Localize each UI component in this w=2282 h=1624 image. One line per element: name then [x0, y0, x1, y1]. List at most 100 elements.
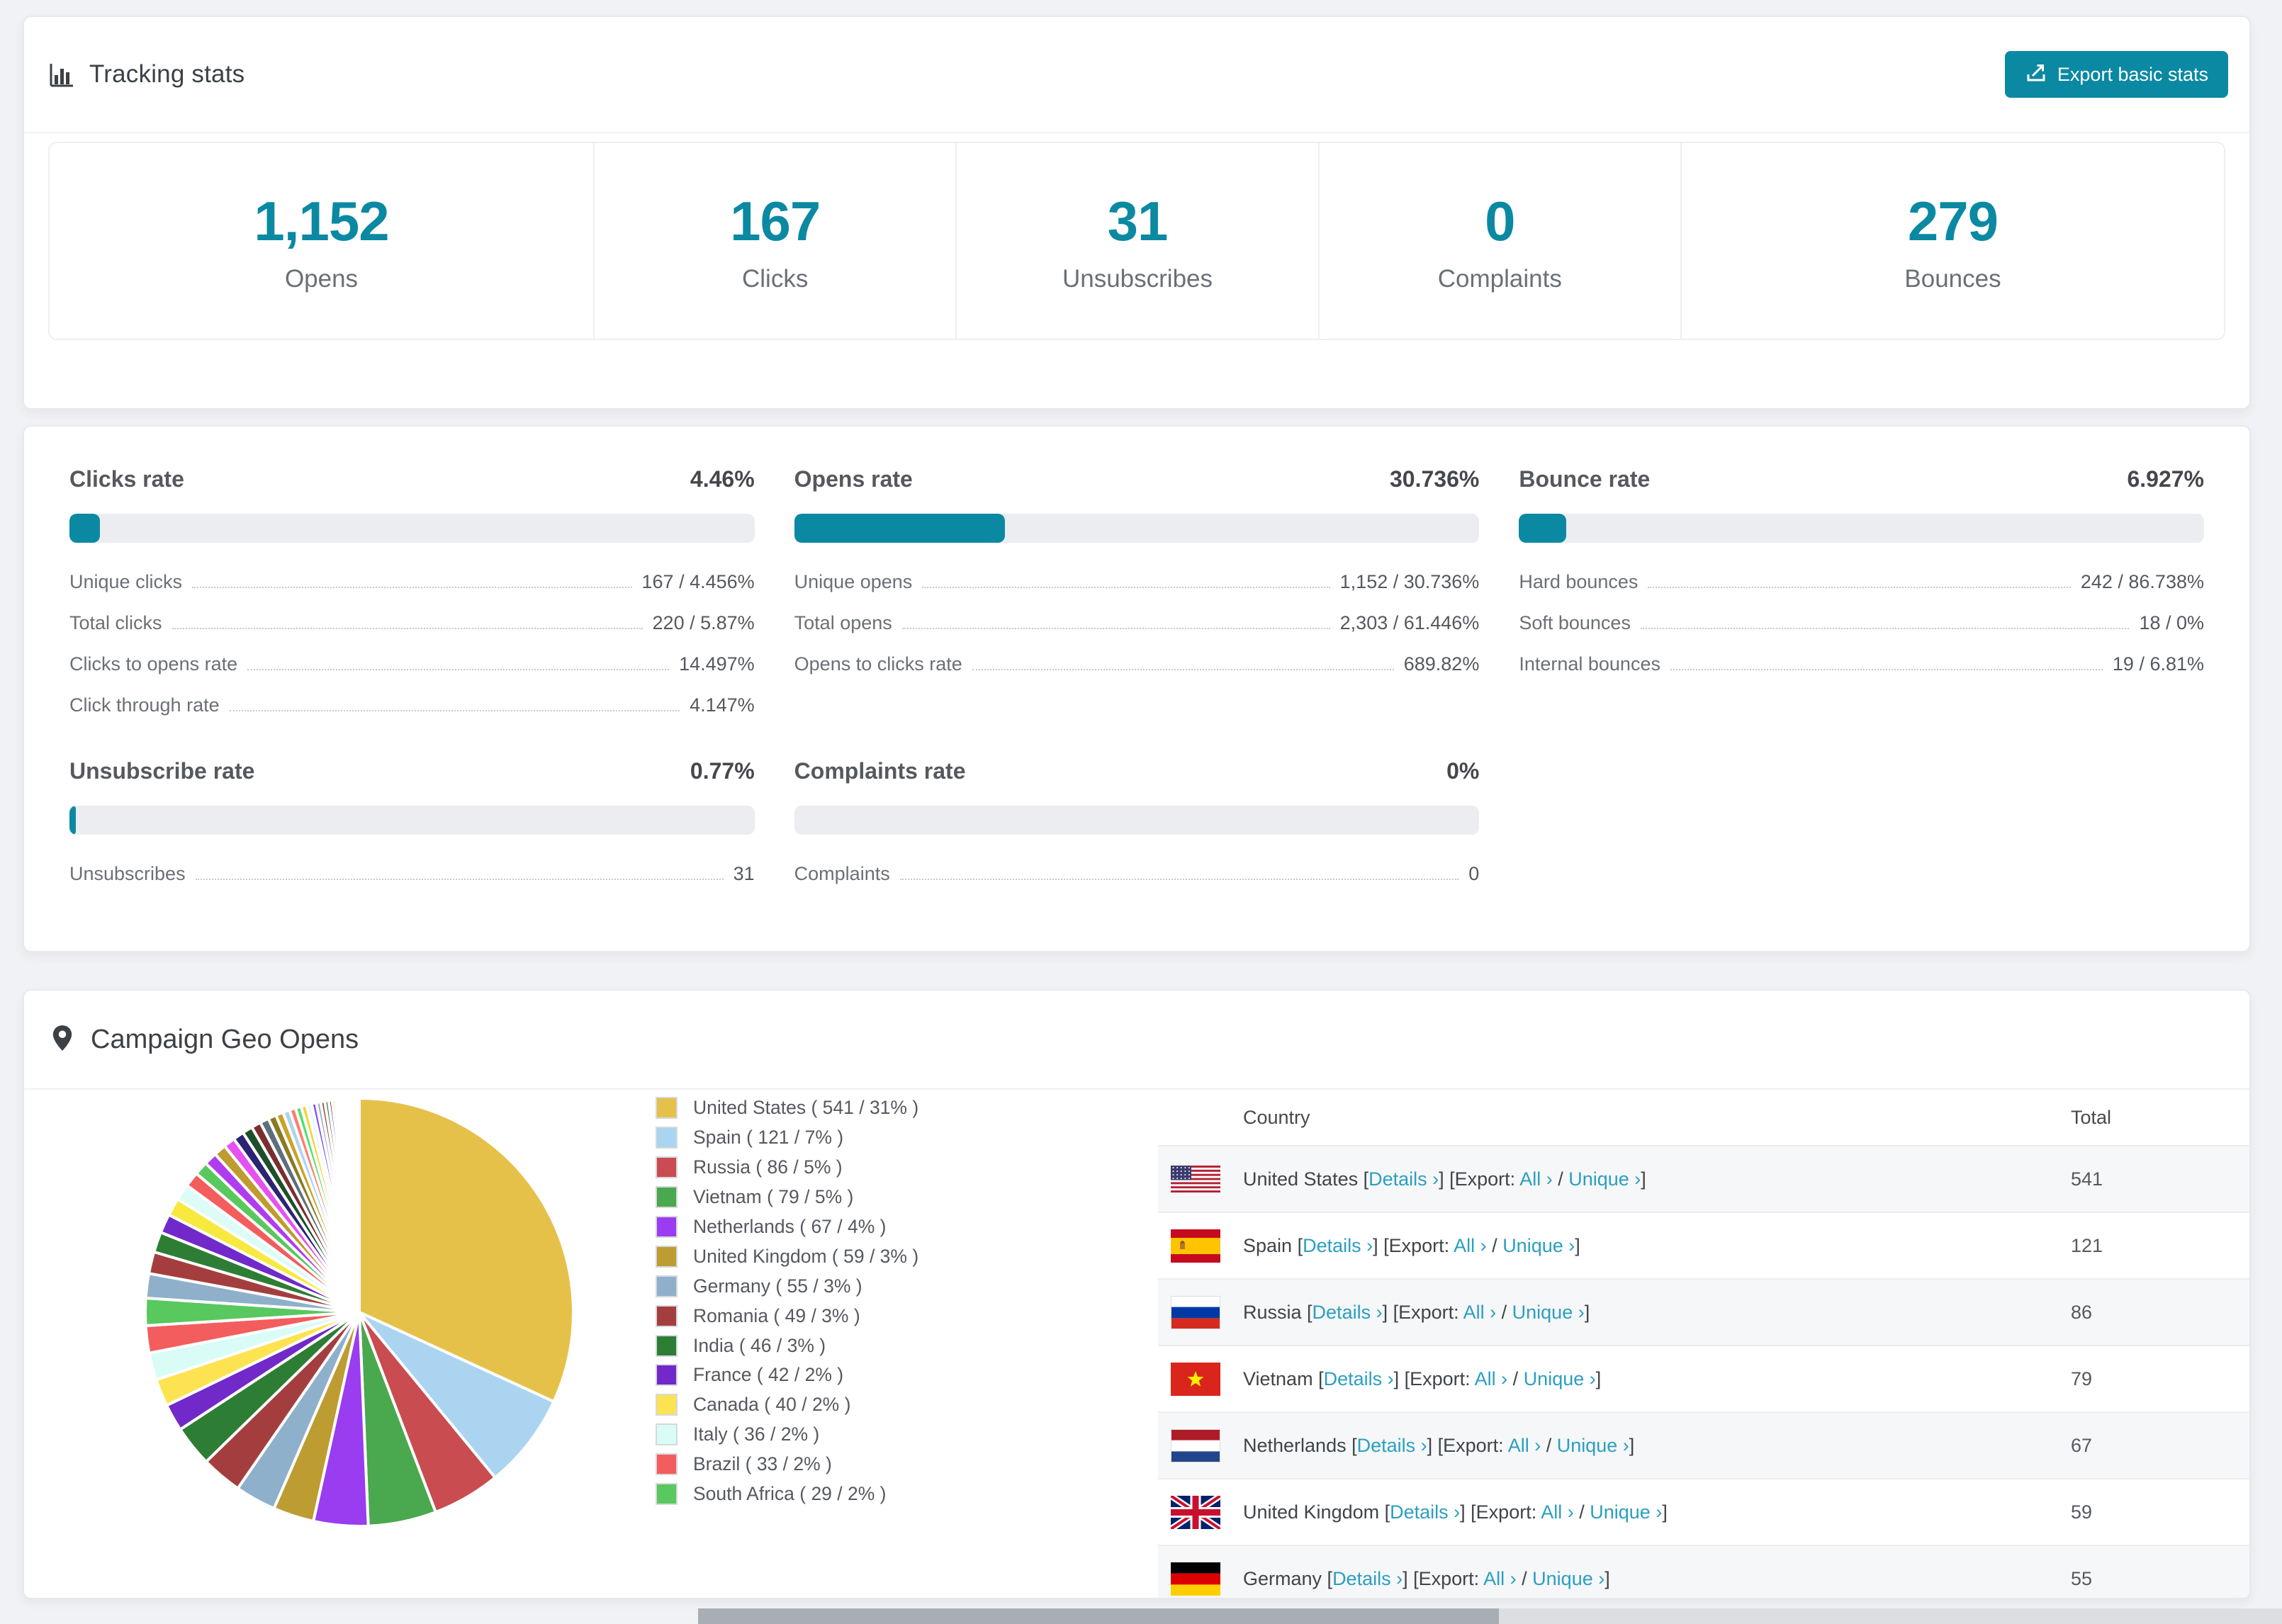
legend-swatch-icon [656, 1305, 678, 1327]
stat-cell-bounces: 279 Bounces [1680, 143, 2224, 339]
country-cell: United States [Details ›] [Export: All ›… [1243, 1168, 2071, 1190]
dotted-leader [1648, 587, 2070, 588]
rate-detail-row: Clicks to opens rate 14.497% [69, 643, 755, 684]
stat-value: 167 [730, 189, 820, 254]
export-unique-link[interactable]: Unique › [1557, 1435, 1629, 1456]
tracking-stats-card: Tracking stats Export basic stats 1,152 … [23, 16, 2251, 410]
flag-cell [1158, 1296, 1243, 1329]
legend-item: Netherlands ( 67 / 4% ) [656, 1212, 918, 1242]
horizontal-scrollbar-thumb[interactable] [698, 1608, 1499, 1624]
stat-label: Unsubscribes [1062, 265, 1213, 293]
flag-de-icon [1171, 1562, 1220, 1596]
rate-title: Clicks rate [69, 466, 184, 492]
progress-fill [69, 514, 100, 543]
campaign-geo-opens-card: Campaign Geo Opens United States ( 541 /… [23, 989, 2251, 1599]
country-cell: Germany [Details ›] [Export: All › / Uni… [1243, 1568, 2071, 1590]
rate-clicks-rate: Clicks rate 4.46% Unique clicks 167 / 4.… [69, 466, 755, 726]
page-title: Tracking stats [89, 60, 244, 89]
stat-value: 0 [1485, 189, 1514, 254]
rate-detail-row: Hard bounces 242 / 86.738% [1519, 561, 2204, 602]
stat-cell-unsubscribes: 31 Unsubscribes [955, 143, 1317, 339]
flag-cell [1158, 1363, 1243, 1396]
dotted-leader [192, 587, 631, 588]
bar-chart-icon [48, 61, 75, 88]
dotted-leader [972, 669, 1394, 670]
legend-swatch-icon [656, 1246, 678, 1268]
progress-bar [1519, 514, 2204, 543]
country-cell: Spain [Details ›] [Export: All › / Uniqu… [1243, 1235, 2071, 1257]
export-unique-link[interactable]: Unique › [1568, 1168, 1641, 1190]
country-column-header: Country [1158, 1107, 2071, 1129]
legend-swatch-icon [656, 1186, 678, 1208]
details-link[interactable]: Details › [1357, 1435, 1427, 1456]
rate-detail-row: Click through rate 4.147% [69, 684, 755, 726]
progress-fill [69, 806, 76, 835]
geo-header: Campaign Geo Opens [24, 991, 2249, 1090]
details-link[interactable]: Details › [1303, 1235, 1373, 1256]
details-link[interactable]: Details › [1368, 1168, 1439, 1190]
stat-cell-clicks: 167 Clicks [593, 143, 955, 339]
export-all-link[interactable]: All › [1519, 1168, 1553, 1190]
dotted-leader [1641, 628, 2129, 629]
total-cell: 55 [2071, 1568, 2249, 1590]
stats-summary-row: 1,152 Opens 167 Clicks 31 Unsubscribes 0… [48, 142, 2225, 340]
legend-item: Russia ( 86 / 5% ) [656, 1153, 918, 1183]
rate-opens-rate: Opens rate 30.736% Unique opens 1,152 / … [794, 466, 1480, 726]
stat-label: Bounces [1904, 265, 2001, 293]
legend-item: Canada ( 40 / 2% ) [656, 1390, 918, 1420]
dotted-leader [922, 587, 1330, 588]
stat-value: 31 [1108, 189, 1168, 254]
map-pin-icon [48, 1024, 77, 1056]
export-all-link[interactable]: All › [1508, 1435, 1541, 1456]
export-basic-stats-button[interactable]: Export basic stats [2005, 51, 2228, 98]
dotted-leader [1670, 669, 2103, 670]
export-all-link[interactable]: All › [1463, 1302, 1497, 1323]
total-cell: 79 [2071, 1368, 2249, 1390]
pie-legend: United States ( 541 / 31% ) Spain ( 121 … [656, 1093, 918, 1509]
rate-value: 4.46% [690, 466, 755, 492]
rates-row-top: Clicks rate 4.46% Unique clicks 167 / 4.… [24, 427, 2249, 726]
export-all-link[interactable]: All › [1475, 1368, 1508, 1389]
export-all-link[interactable]: All › [1483, 1568, 1517, 1589]
rate-title: Unsubscribe rate [69, 758, 254, 784]
geo-table-row-spain: Spain [Details ›] [Export: All › / Uniqu… [1158, 1212, 2249, 1278]
export-all-link[interactable]: All › [1541, 1501, 1574, 1523]
geo-country-table: Country Total United States [Details ›] … [1158, 1090, 2249, 1599]
dotted-leader [247, 669, 669, 670]
legend-swatch-icon [656, 1394, 678, 1416]
export-unique-link[interactable]: Unique › [1512, 1302, 1585, 1323]
rate-title: Complaints rate [794, 758, 966, 784]
export-unique-link[interactable]: Unique › [1502, 1235, 1575, 1256]
details-link[interactable]: Details › [1324, 1368, 1394, 1389]
details-link[interactable]: Details › [1332, 1568, 1403, 1589]
rates-card: Clicks rate 4.46% Unique clicks 167 / 4.… [23, 425, 2251, 952]
country-cell: Netherlands [Details ›] [Export: All › /… [1243, 1435, 2071, 1457]
export-unique-link[interactable]: Unique › [1590, 1501, 1662, 1523]
flag-cell [1158, 1429, 1243, 1462]
legend-item: Italy ( 36 / 2% ) [656, 1420, 918, 1450]
dotted-leader [230, 710, 680, 711]
export-all-link[interactable]: All › [1454, 1235, 1487, 1256]
flag-cell [1158, 1166, 1243, 1192]
details-link[interactable]: Details › [1390, 1501, 1460, 1523]
flag-us-icon [1171, 1166, 1220, 1192]
progress-fill [794, 514, 1005, 543]
details-link[interactable]: Details › [1313, 1302, 1383, 1323]
stat-label: Opens [285, 265, 358, 293]
total-cell: 59 [2071, 1501, 2249, 1523]
dotted-leader [196, 879, 724, 880]
geo-table-row-russia: Russia [Details ›] [Export: All › / Uniq… [1158, 1278, 2249, 1345]
legend-swatch-icon [656, 1483, 678, 1505]
legend-swatch-icon [656, 1275, 678, 1297]
legend-swatch-icon [656, 1216, 678, 1238]
geo-table-row-vietnam: Vietnam [Details ›] [Export: All › / Uni… [1158, 1345, 2249, 1411]
export-unique-link[interactable]: Unique › [1532, 1568, 1604, 1589]
geo-table-row-united-kingdom: United Kingdom [Details ›] [Export: All … [1158, 1478, 2249, 1545]
legend-item: South Africa ( 29 / 2% ) [656, 1479, 918, 1509]
rate-title: Opens rate [794, 466, 913, 492]
export-unique-link[interactable]: Unique › [1524, 1368, 1596, 1389]
geo-table-row-united-states: United States [Details ›] [Export: All ›… [1158, 1145, 2249, 1212]
progress-bar [69, 806, 755, 835]
stat-value: 1,152 [254, 189, 388, 254]
rate-detail-row: Unsubscribes 31 [69, 853, 755, 894]
